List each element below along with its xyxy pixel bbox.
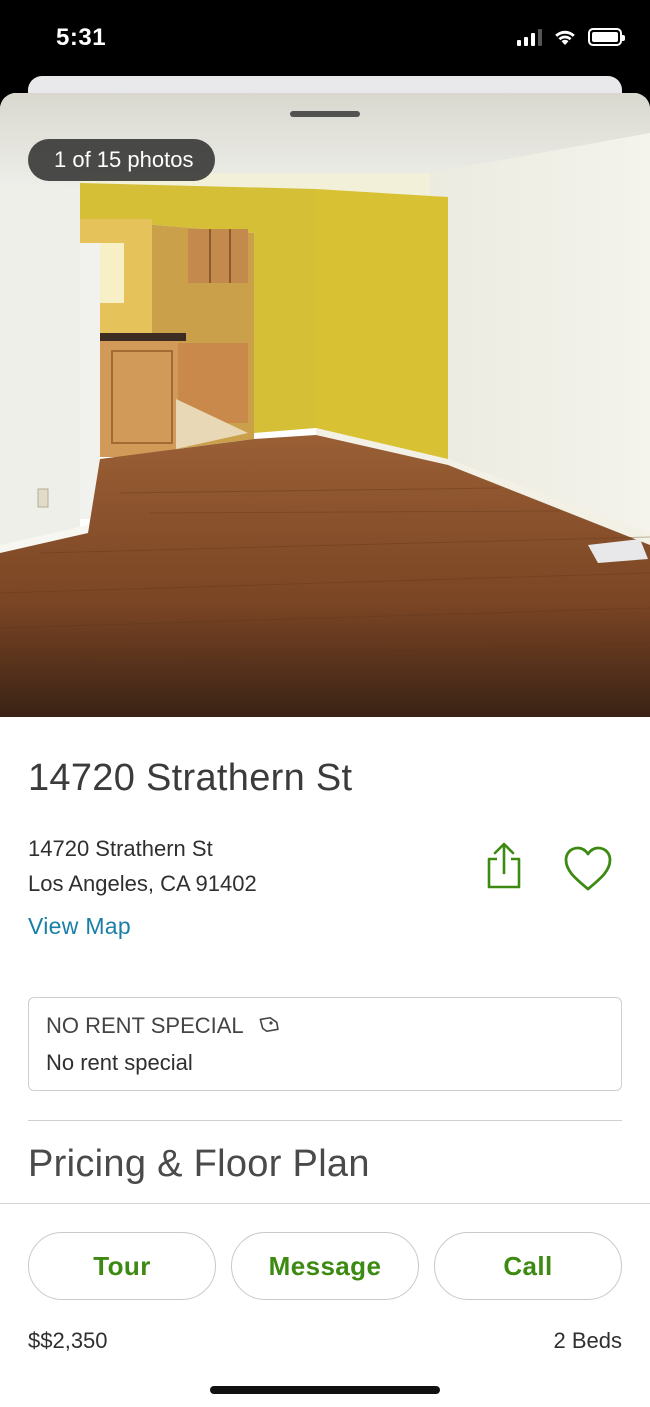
share-icon [487, 842, 521, 889]
status-time: 5:31 [56, 24, 107, 51]
view-map-link[interactable]: View Map [28, 913, 131, 940]
status-bar: 5:31 [0, 0, 650, 80]
wifi-icon [555, 30, 575, 45]
bed-count: 2 Beds [553, 1328, 623, 1353]
listing-title: 14720 Strathern St [28, 757, 353, 799]
tour-button[interactable]: Tour [28, 1232, 216, 1300]
message-button[interactable]: Message [231, 1232, 419, 1300]
home-indicator[interactable] [210, 1386, 440, 1394]
rent-special-heading-text: NO RENT SPECIAL [46, 1013, 244, 1038]
battery-icon [588, 28, 625, 46]
contact-action-bar: Tour Message Call $$2,350 2 Beds [0, 1203, 650, 1407]
address-line-1: 14720 Strathern St [28, 836, 213, 861]
cellular-signal-icon [517, 28, 542, 46]
heart-icon [564, 846, 612, 891]
rent-price: $$2,350 [28, 1328, 108, 1353]
pricing-section-title: Pricing & Floor Plan [28, 1143, 370, 1185]
listing-photo[interactable]: 1 of 15 photos [0, 93, 650, 717]
share-button[interactable] [484, 841, 524, 891]
rent-special-heading: NO RENT SPECIAL [46, 1013, 280, 1039]
call-button[interactable]: Call [434, 1232, 622, 1300]
tag-icon [259, 1016, 279, 1033]
listing-sheet: 1 of 15 photos 14720 Strathern St 14720 … [0, 93, 650, 1407]
favorite-button[interactable] [562, 845, 614, 893]
rent-special-text: No rent special [46, 1050, 193, 1075]
room-photo-image [0, 93, 650, 717]
photo-counter: 1 of 15 photos [28, 139, 216, 181]
sheet-grabber-handle[interactable] [290, 111, 360, 117]
section-divider [28, 1120, 622, 1121]
rent-special-card: NO RENT SPECIAL No rent special [28, 997, 622, 1091]
status-icons [517, 27, 625, 47]
address-line-2: Los Angeles, CA 91402 [28, 871, 257, 896]
